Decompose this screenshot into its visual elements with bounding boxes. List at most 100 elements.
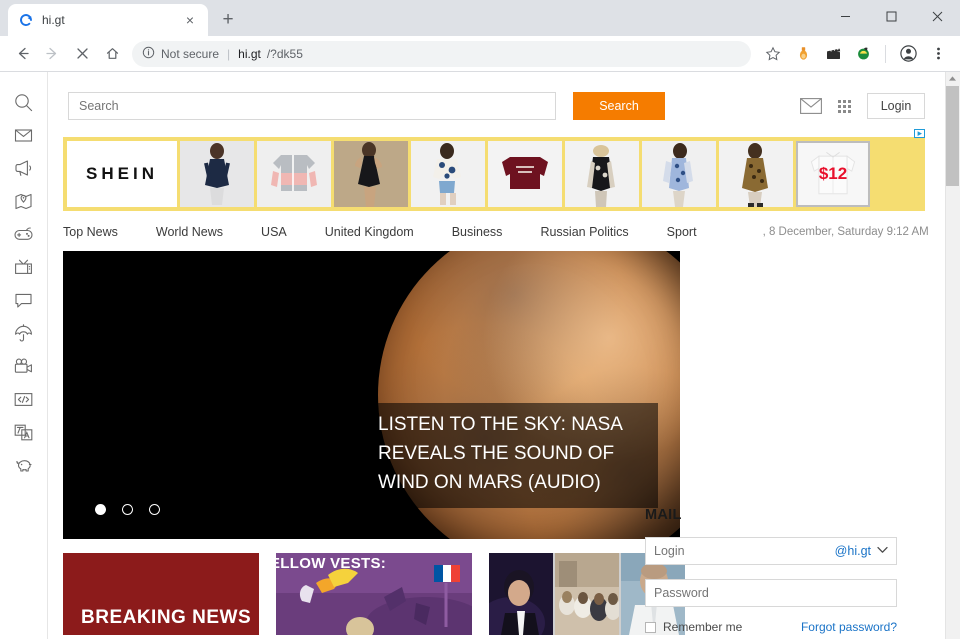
mail-icon[interactable] (0, 119, 48, 152)
trio-pane-1 (489, 553, 553, 635)
trio-pane-2 (555, 553, 619, 635)
code-icon[interactable] (0, 383, 48, 416)
loading-spinner-icon (18, 12, 34, 28)
ad-brand-logo: SHEIN (67, 141, 177, 207)
home-icon[interactable] (98, 40, 126, 68)
extension-circle-icon[interactable] (849, 40, 877, 68)
mail-password-field[interactable] (645, 579, 897, 607)
browser-chrome: hi.gt × + Not secure | hi.gt /?dk55 (0, 0, 960, 72)
tab-strip: hi.gt × + (0, 0, 960, 36)
close-icon[interactable]: × (182, 12, 198, 28)
url-path: /?dk55 (266, 46, 303, 61)
forgot-password-link[interactable]: Forgot password? (801, 620, 897, 634)
search-button[interactable]: Search (573, 92, 665, 120)
megaphone-icon[interactable] (0, 152, 48, 185)
ad-product-tile[interactable] (719, 141, 793, 207)
adchoices-triangle-icon[interactable] (913, 128, 926, 142)
ad-product-tile[interactable] (257, 141, 331, 207)
extension-clapper-icon[interactable] (819, 40, 847, 68)
extension-honey-icon[interactable] (789, 40, 817, 68)
header-login-button[interactable]: Login (867, 93, 925, 119)
address-bar[interactable]: Not secure | hi.gt /?dk55 (132, 40, 751, 67)
mail-password-input[interactable] (654, 586, 888, 600)
map-pin-icon[interactable] (0, 185, 48, 218)
breaking-news-card[interactable]: BREAKING NEWS (63, 553, 259, 635)
mail-login-input[interactable] (654, 544, 835, 558)
nav-item-business[interactable]: Business (452, 225, 503, 239)
back-icon[interactable] (8, 40, 36, 68)
ad-product-tile[interactable] (411, 141, 485, 207)
toolbar-icon-group (759, 40, 952, 68)
window-close-icon[interactable] (914, 0, 960, 32)
minimize-icon[interactable] (822, 0, 868, 32)
page-scrollbar[interactable] (945, 72, 960, 639)
carousel-dot-1[interactable] (95, 504, 106, 515)
nav-item-usa[interactable]: USA (261, 225, 287, 239)
ad-product-tile[interactable] (488, 141, 562, 207)
page-scrollbar-thumb[interactable] (946, 86, 959, 186)
new-tab-button[interactable]: + (214, 6, 242, 34)
profile-avatar-icon[interactable] (894, 40, 922, 68)
mail-options-row: Remember me Forgot password? (645, 620, 897, 634)
ad-product-tile[interactable] (334, 141, 408, 207)
ad-product-tile[interactable] (565, 141, 639, 207)
remember-me-label: Remember me (663, 620, 743, 634)
mail-login-field[interactable]: @hi.gt (645, 537, 897, 565)
ad-price-label: $12 (818, 164, 848, 183)
bookmark-star-icon[interactable] (759, 40, 787, 68)
browser-tab[interactable]: hi.gt × (8, 4, 208, 36)
chat-bubble-icon[interactable] (0, 284, 48, 317)
tab-title: hi.gt (42, 13, 65, 27)
search-input[interactable] (68, 92, 556, 120)
breaking-news-label: BREAKING NEWS (81, 607, 252, 628)
carousel-dot-3[interactable] (149, 504, 160, 515)
info-circle-icon[interactable] (142, 46, 155, 62)
nav-item-top-news[interactable]: Top News (63, 225, 118, 239)
gamepad-icon[interactable] (0, 218, 48, 251)
mail-domain-label[interactable]: @hi.gt (835, 544, 871, 558)
nav-item-sport[interactable]: Sport (667, 225, 697, 239)
remember-me-checkbox[interactable] (645, 621, 656, 633)
envelope-icon[interactable] (800, 98, 822, 114)
nav-item-united-kingdom[interactable]: United Kingdom (325, 225, 414, 239)
hero-carousel[interactable]: LISTEN TO THE SKY: NASA REVEALS THE SOUN… (63, 251, 680, 539)
grid-apps-icon[interactable] (838, 99, 851, 113)
window-controls (822, 0, 960, 32)
video-camera-icon[interactable] (0, 350, 48, 383)
maximize-icon[interactable] (868, 0, 914, 32)
security-status-text: Not secure (161, 46, 220, 61)
current-date-time: , 8 December, Saturday 9:12 AM (762, 226, 929, 238)
stop-loading-icon[interactable] (68, 40, 96, 68)
browser-menu-icon[interactable] (924, 40, 952, 68)
tv-icon[interactable] (0, 251, 48, 284)
ad-banner-inner[interactable]: SHEIN $12 (63, 137, 925, 211)
forward-icon[interactable] (38, 40, 66, 68)
nav-item-world-news[interactable]: World News (156, 225, 223, 239)
left-icon-rail (0, 72, 48, 639)
scroll-up-icon[interactable] (947, 73, 958, 84)
browser-toolbar: Not secure | hi.gt /?dk55 (0, 36, 960, 72)
ad-product-tile-featured[interactable]: $12 (796, 141, 870, 207)
carousel-dot-2[interactable] (122, 504, 133, 515)
mail-panel-heading: MAIL (645, 507, 682, 523)
hero-headline[interactable]: LISTEN TO THE SKY: NASA REVEALS THE SOUN… (368, 403, 658, 508)
search-icon[interactable] (0, 86, 48, 119)
nav-item-russian-politics[interactable]: Russian Politics (540, 225, 628, 239)
ad-product-tile[interactable] (180, 141, 254, 207)
translate-icon[interactable] (0, 416, 48, 449)
page-viewport: Search Login SHEIN (0, 72, 960, 639)
ad-product-tile[interactable] (642, 141, 716, 207)
site-navigation: Top News World News USA United Kingdom B… (48, 211, 945, 239)
chevron-down-icon[interactable] (877, 546, 888, 557)
umbrella-icon[interactable] (0, 317, 48, 350)
mail-login-panel: MAIL @hi.gt Remember me Forgot password?… (645, 507, 897, 639)
piggy-bank-icon[interactable] (0, 449, 48, 482)
yellow-vests-card[interactable]: ELLOW VESTS: (276, 553, 472, 635)
toolbar-divider (885, 44, 886, 63)
url-host: hi.gt (238, 46, 261, 61)
carousel-dots (95, 504, 160, 515)
france-flag-icon (434, 565, 461, 582)
advertisement-banner[interactable]: SHEIN $12 (63, 129, 925, 211)
omnibox-separator: | (227, 46, 231, 61)
site-header: Search Login (48, 72, 945, 120)
